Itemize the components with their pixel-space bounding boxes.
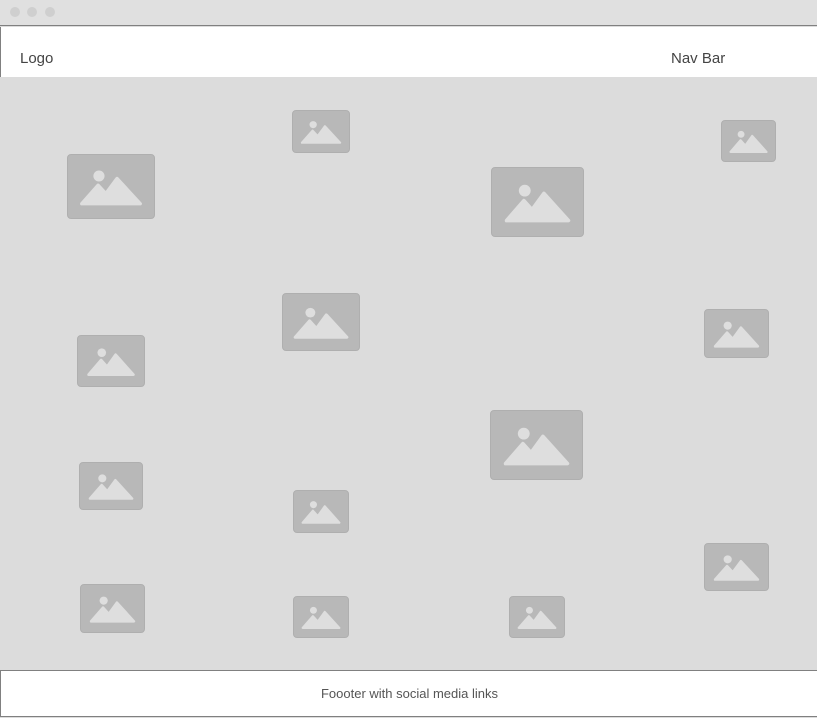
image-glyph [80,170,142,206]
image-glyph [517,606,557,629]
mountain-shape [301,610,341,629]
image-glyph [503,427,570,466]
image-placeholder-icon[interactable] [293,596,349,638]
mountain-shape [88,478,134,500]
image-placeholder-icon[interactable] [79,462,143,510]
image-placeholder-icon[interactable] [67,154,155,219]
page-header: Logo Nav Bar [0,27,817,78]
mountain-shape [713,326,760,348]
image-glyph [293,307,349,339]
mountain-shape [301,505,341,524]
mountain-shape [293,313,349,339]
image-placeholder-icon[interactable] [282,293,360,351]
image-glyph [300,121,342,144]
sun-shape [723,321,732,330]
sun-shape [99,596,108,605]
image-placeholder-icon[interactable] [704,543,769,591]
mountain-shape [729,134,768,153]
sun-shape [305,307,316,318]
mountain-shape [89,601,136,623]
sun-shape [737,130,745,138]
sun-shape [93,170,105,182]
image-glyph [301,606,341,629]
image-glyph [89,596,136,623]
mountain-shape [713,559,760,581]
sun-shape [97,348,107,357]
logo[interactable]: Logo [20,50,53,67]
page-footer: Foooter with social media links [0,670,817,717]
nav-bar[interactable]: Nav Bar [671,50,725,67]
mountain-shape [503,434,570,466]
sun-shape [723,555,732,564]
image-gallery [0,77,817,670]
image-placeholder-icon[interactable] [292,110,350,153]
image-glyph [504,184,571,223]
mountain-shape [504,191,571,223]
image-glyph [301,501,341,524]
sun-shape [309,606,317,614]
mountain-shape [80,176,142,206]
mountain-shape [87,353,135,376]
window-maximize-dot[interactable] [45,7,55,17]
image-placeholder-icon[interactable] [293,490,349,533]
image-glyph [88,474,134,500]
image-glyph [713,555,760,581]
image-placeholder-icon[interactable] [490,410,583,480]
image-placeholder-icon[interactable] [704,309,769,358]
image-placeholder-icon[interactable] [721,120,776,162]
sun-shape [518,184,531,197]
footer-text: Foooter with social media links [320,686,499,701]
sun-shape [517,427,530,440]
window-minimize-dot[interactable] [27,7,37,17]
image-glyph [729,130,768,153]
sun-shape [309,121,317,129]
mountain-shape [300,125,342,144]
sun-shape [309,501,317,509]
window-titlebar [0,0,817,26]
image-placeholder-icon[interactable] [77,335,145,387]
image-placeholder-icon[interactable] [80,584,145,633]
sun-shape [98,474,107,483]
image-glyph [713,321,760,348]
image-glyph [87,348,135,376]
window-close-dot[interactable] [10,7,20,17]
sun-shape [525,606,533,614]
mountain-shape [517,610,557,629]
image-placeholder-icon[interactable] [509,596,565,638]
image-placeholder-icon[interactable] [491,167,584,237]
